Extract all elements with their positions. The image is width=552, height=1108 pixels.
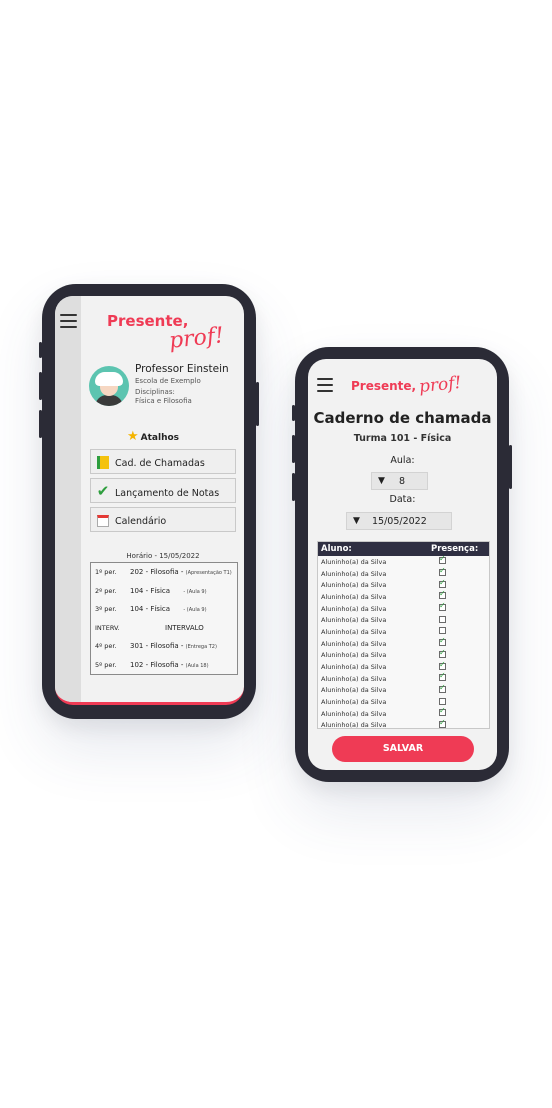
shortcut-calendar[interactable]: Calendário [90,507,236,532]
dropdown-arrow-icon: ▼ [378,476,385,486]
table-row: Aluninho(a) da Silva [318,589,489,603]
phone-power-button [509,445,512,489]
menu-icon[interactable] [317,378,333,392]
calendar-icon [95,508,111,533]
presence-checkbox[interactable] [439,554,446,565]
aula-select[interactable]: ▼ 8 [371,472,428,490]
disciplines-label: Disciplinas: [135,388,175,396]
table-row: Aluninho(a) da Silva [318,578,489,591]
sidebar [55,296,81,702]
table-row: Aluninho(a) da Silva [318,706,489,720]
presence-checkbox[interactable] [439,589,446,600]
schedule-title: Horário - 15/05/2022 [126,552,200,560]
disciplines-value: Física e Filosofia [135,397,192,405]
attendance-table[interactable]: Aluno: Presença: Aluninho(a) da SilvaAlu… [317,541,490,729]
schedule-table: 1º per. 202 - Filosofia - (Apresentação … [90,562,238,675]
phone-volume-up [39,372,42,400]
checkmark-icon: ✔ [96,482,110,500]
save-button[interactable]: SALVAR [332,736,474,762]
phone-mockup-home: Presente, prof! Professor Einstein Escol… [39,284,259,719]
shortcut-attendance[interactable]: Cad. de Chamadas [90,449,236,474]
dropdown-arrow-icon: ▼ [353,516,360,526]
table-row: Aluninho(a) da Silva [318,660,489,673]
phone-mockup-attendance: Presente, prof! Caderno de chamada Turma … [292,347,512,782]
table-row: Aluninho(a) da Silva [318,696,489,708]
shortcut-grades[interactable]: ✔ Lançamento de Notas [90,478,236,503]
presence-checkbox[interactable] [439,697,446,705]
schedule-row: 5º per. 102 - Filosofia - (Aula 18) [95,660,209,669]
schedule-row: 2º per. 104 - Física - (Aula 9) [95,586,207,595]
page-title: Caderno de chamada [313,409,492,427]
class-name: Turma 101 - Física [353,433,452,444]
presence-checkbox[interactable] [439,671,446,682]
presence-checkbox[interactable] [439,648,446,658]
table-row: Aluninho(a) da Silva [318,626,489,638]
presence-checkbox[interactable] [439,636,446,647]
app-logo: Presente, prof! [351,372,463,398]
presence-checkbox[interactable] [439,566,446,577]
phone-side-button [292,405,295,421]
table-row: Aluninho(a) da Silva [318,648,489,662]
date-label: Data: [389,494,416,505]
app-logo: Presente, prof! [107,312,225,354]
presence-checkbox[interactable] [439,683,446,693]
professor-avatar [89,366,129,406]
shortcuts-heading: ★ Atalhos [127,429,180,444]
schedule-row: INTERV. INTERVALO [95,623,204,632]
presence-checkbox[interactable] [439,601,446,612]
schedule-row: 1º per. 202 - Filosofia - (Apresentação … [95,568,232,577]
presence-checkbox[interactable] [439,706,446,717]
schedule-row: 4º per. 301 - Filosofia - (Entrega T2) [95,642,217,651]
table-row: Aluninho(a) da Silva [318,671,489,685]
schedule-row: 3º per. 104 - Física - (Aula 9) [95,605,207,614]
table-row: Aluninho(a) da Silva [318,566,489,580]
table-row: Aluninho(a) da Silva [318,683,489,697]
menu-icon[interactable] [60,314,77,328]
date-select[interactable]: ▼ 15/05/2022 [346,512,452,530]
notebook-icon [95,450,111,475]
presence-checkbox[interactable] [439,718,446,728]
presence-checkbox[interactable] [439,615,446,623]
phone-volume-up [292,435,295,463]
table-row: Aluninho(a) da Silva [318,614,489,626]
star-icon: ★ [127,429,139,444]
phone-volume-down [292,473,295,501]
presence-checkbox[interactable] [439,660,446,670]
table-row: Aluninho(a) da Silva [318,636,489,650]
attendance-screen: Presente, prof! Caderno de chamada Turma … [308,359,497,770]
aula-label: Aula: [390,455,415,466]
table-row: Aluninho(a) da Silva [318,554,489,568]
phone-volume-down [39,410,42,438]
phone-side-button [39,342,42,358]
school-name: Escola de Exemplo [135,377,201,385]
professor-name: Professor Einstein [135,363,229,375]
table-row: Aluninho(a) da Silva [318,718,489,728]
table-header: Aluno: Presença: [318,542,489,556]
presence-checkbox[interactable] [439,627,446,635]
phone-power-button [256,382,259,426]
table-row: Aluninho(a) da Silva [318,601,489,615]
presence-checkbox[interactable] [439,578,446,588]
home-screen: Presente, prof! Professor Einstein Escol… [55,296,244,705]
